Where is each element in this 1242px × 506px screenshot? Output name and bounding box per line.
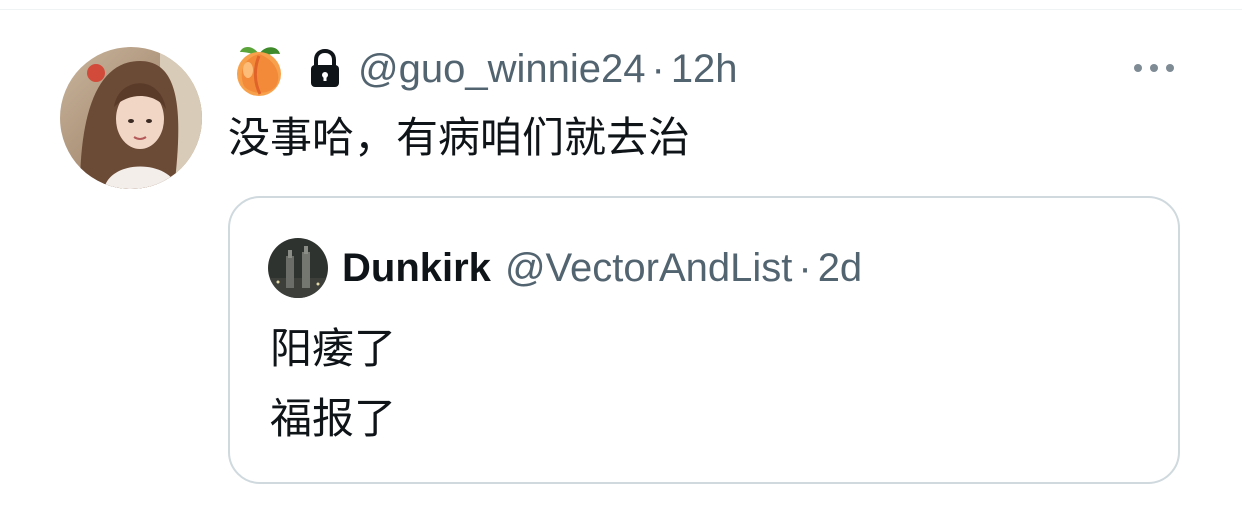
separator-dot: · — [651, 46, 665, 91]
tweet-header: @guo_winnie24 · 12h — [230, 40, 738, 98]
tweet-text: 没事哈，有病咱们就去治 — [228, 113, 691, 162]
quoted-tweet-text: 阳痿了 福报了 — [270, 314, 396, 454]
avatar[interactable] — [60, 47, 202, 189]
quoted-line-1: 阳痿了 — [270, 324, 397, 373]
quoted-tweet[interactable]: Dunkirk @VectorAndList · 2d 阳痿了 福报了 — [228, 196, 1180, 484]
author-handle[interactable]: @guo_winnie24 — [358, 47, 645, 92]
quoted-handle[interactable]: @VectorAndList — [505, 246, 792, 291]
quoted-line-2: 福报了 — [270, 394, 397, 443]
quoted-separator-dot: · — [798, 245, 812, 290]
quoted-display-name[interactable]: Dunkirk — [342, 246, 491, 291]
more-horizontal-icon[interactable] — [1128, 56, 1180, 80]
lock-icon — [308, 48, 342, 89]
peach-icon — [230, 40, 288, 98]
quoted-timestamp[interactable]: 2d — [818, 246, 863, 291]
quoted-header: Dunkirk @VectorAndList · 2d — [342, 238, 862, 298]
timestamp[interactable]: 12h — [671, 47, 738, 92]
tweet[interactable]: @guo_winnie24 · 12h 没事哈，有病咱们就去治 Dunkirk … — [0, 10, 1242, 506]
quoted-avatar[interactable] — [268, 238, 328, 298]
